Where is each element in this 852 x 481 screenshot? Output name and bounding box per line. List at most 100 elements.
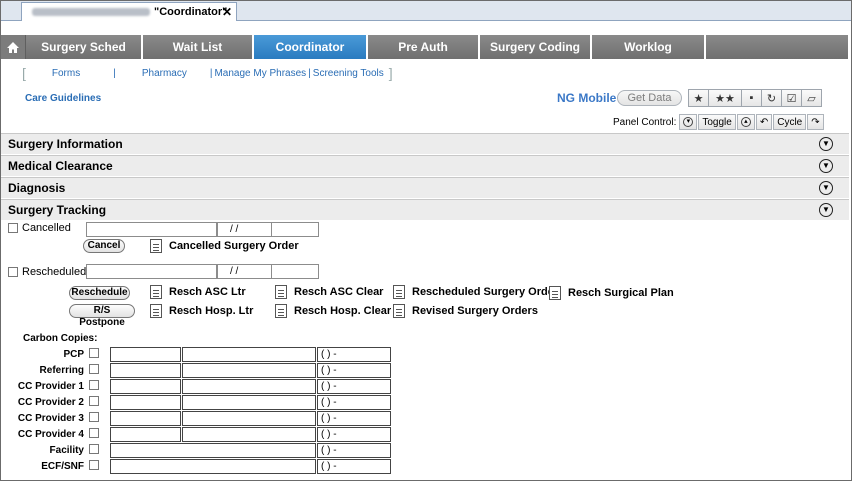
document-icon bbox=[393, 285, 405, 299]
carbon-copy-label: PCP bbox=[63, 349, 84, 360]
carbon-copy-name-input[interactable] bbox=[182, 427, 316, 442]
main-nav: Surgery Sched Wait List Coordinator Pre … bbox=[1, 35, 848, 59]
expand-icon[interactable]: ▼ bbox=[819, 137, 833, 151]
undo-button[interactable]: ↶ bbox=[755, 114, 773, 130]
panel-diagnosis[interactable]: Diagnosis ▼ bbox=[1, 177, 849, 198]
carbon-copy-id-input[interactable] bbox=[110, 347, 181, 362]
carbon-copy-id-input[interactable] bbox=[110, 363, 181, 378]
resch-hosp-ltr-link[interactable]: Resch Hosp. Ltr bbox=[150, 304, 253, 318]
tab-surgery-sched[interactable]: Surgery Sched bbox=[26, 35, 143, 59]
carbon-copy-label: CC Provider 4 bbox=[17, 429, 84, 440]
expand-icon[interactable]: ▼ bbox=[819, 181, 833, 195]
carbon-copy-phone-input[interactable]: ( ) - bbox=[317, 363, 391, 378]
carbon-copy-phone-input[interactable]: ( ) - bbox=[317, 427, 391, 442]
document-icon bbox=[393, 304, 405, 318]
carbon-copy-label: CC Provider 2 bbox=[17, 397, 84, 408]
get-data-button[interactable]: Get Data bbox=[617, 90, 682, 106]
cancelled-checkbox[interactable] bbox=[8, 223, 18, 233]
tab-pre-auth[interactable]: Pre Auth bbox=[368, 35, 480, 59]
revised-surgery-orders-link[interactable]: Revised Surgery Orders bbox=[393, 304, 538, 318]
rescheduled-checkbox[interactable] bbox=[8, 267, 18, 277]
resch-hosp-clear-link[interactable]: Resch Hosp. Clear bbox=[275, 304, 391, 318]
bracket-right: ] bbox=[388, 65, 393, 81]
rescheduled-extra-input[interactable] bbox=[271, 264, 319, 279]
carbon-copy-checkbox[interactable] bbox=[89, 444, 99, 454]
eraser-icon[interactable]: ▱ bbox=[801, 89, 822, 107]
reschedule-button[interactable]: Reschedule bbox=[69, 286, 130, 300]
resch-asc-clear-link[interactable]: Resch ASC Clear bbox=[275, 285, 383, 299]
close-tab-icon[interactable]: ✕ bbox=[222, 5, 232, 19]
panel-medical-clearance[interactable]: Medical Clearance ▼ bbox=[1, 155, 849, 176]
document-tab[interactable]: "Coordinator" ✕ bbox=[21, 2, 237, 21]
rescheduled-reason-input[interactable] bbox=[86, 264, 217, 279]
cancelled-reason-input[interactable] bbox=[86, 222, 217, 237]
carbon-copy-phone-input[interactable]: ( ) - bbox=[317, 347, 391, 362]
tab-worklog[interactable]: Worklog bbox=[592, 35, 706, 59]
carbon-copy-name-input[interactable] bbox=[182, 363, 316, 378]
chevron-up-icon: ▴ bbox=[740, 117, 751, 127]
carbon-copy-checkbox[interactable] bbox=[89, 380, 99, 390]
carbon-copy-name-input[interactable] bbox=[182, 379, 316, 394]
home-button[interactable] bbox=[1, 35, 26, 59]
rescheduled-surgery-order-link[interactable]: Rescheduled Surgery Order bbox=[393, 285, 558, 299]
panel-title: Surgery Information bbox=[8, 137, 123, 151]
tab-coordinator[interactable]: Coordinator bbox=[254, 35, 368, 59]
carbon-copy-name-input[interactable] bbox=[182, 395, 316, 410]
carbon-copy-name-input[interactable] bbox=[182, 347, 316, 362]
clipboard-icon[interactable]: ☑ bbox=[781, 89, 802, 107]
carbon-copy-checkbox[interactable] bbox=[89, 348, 99, 358]
care-guidelines-link[interactable]: Care Guidelines bbox=[25, 93, 101, 104]
expand-icon[interactable]: ▼ bbox=[819, 159, 833, 173]
carbon-copy-name-input[interactable] bbox=[110, 459, 316, 474]
toggle-button[interactable]: Toggle bbox=[698, 114, 736, 130]
tab-surgery-coding[interactable]: Surgery Coding bbox=[480, 35, 592, 59]
carbon-copy-id-input[interactable] bbox=[110, 395, 181, 410]
expand-all-button[interactable]: ▾ bbox=[679, 114, 698, 130]
panel-surgery-tracking[interactable]: Surgery Tracking ▼ bbox=[1, 199, 849, 220]
carbon-copy-checkbox[interactable] bbox=[89, 428, 99, 438]
rescheduled-date-input[interactable]: / / bbox=[217, 264, 272, 279]
carbon-copy-id-input[interactable] bbox=[110, 427, 181, 442]
carbon-copy-phone-input[interactable]: ( ) - bbox=[317, 379, 391, 394]
cancelled-surgery-order-link[interactable]: Cancelled Surgery Order bbox=[150, 239, 299, 253]
carbon-copy-phone-input[interactable]: ( ) - bbox=[317, 411, 391, 426]
carbon-copy-name-input[interactable] bbox=[182, 411, 316, 426]
carbon-copy-phone-input[interactable]: ( ) - bbox=[317, 443, 391, 458]
link-manage-my-phrases[interactable]: Manage My Phrases bbox=[214, 68, 306, 79]
refresh-icon[interactable]: ↻ bbox=[761, 89, 782, 107]
panel-title: Diagnosis bbox=[8, 181, 66, 195]
expand-icon[interactable]: ▼ bbox=[819, 203, 833, 217]
cycle-button[interactable]: Cycle bbox=[773, 114, 807, 130]
link-pharmacy[interactable]: Pharmacy bbox=[142, 68, 187, 79]
carbon-copy-phone-input[interactable]: ( ) - bbox=[317, 459, 391, 474]
cancelled-extra-input[interactable] bbox=[271, 222, 319, 237]
tab-wait-list[interactable]: Wait List bbox=[143, 35, 254, 59]
carbon-copy-id-input[interactable] bbox=[110, 411, 181, 426]
panel-surgery-information[interactable]: Surgery Information ▼ bbox=[1, 133, 849, 154]
save-icon[interactable]: ▪ bbox=[741, 89, 762, 107]
cancelled-date-input[interactable]: / / bbox=[217, 222, 272, 237]
carbon-copy-label: CC Provider 3 bbox=[17, 413, 84, 424]
carbon-copy-checkbox[interactable] bbox=[89, 364, 99, 374]
redo-button[interactable]: ↷ bbox=[807, 114, 824, 130]
carbon-copy-label: Facility bbox=[49, 445, 84, 456]
star-icon[interactable]: ★ bbox=[688, 89, 709, 107]
carbon-copy-id-input[interactable] bbox=[110, 379, 181, 394]
link-forms[interactable]: Forms bbox=[52, 68, 80, 79]
carbon-copy-phone-input[interactable]: ( ) - bbox=[317, 395, 391, 410]
resch-asc-ltr-link[interactable]: Resch ASC Ltr bbox=[150, 285, 246, 299]
cancel-button[interactable]: Cancel bbox=[83, 239, 125, 253]
document-tab-strip: "Coordinator" ✕ bbox=[1, 1, 851, 21]
redo-icon: ↷ bbox=[811, 116, 820, 128]
carbon-copy-checkbox[interactable] bbox=[89, 460, 99, 470]
carbon-copy-name-input[interactable] bbox=[110, 443, 316, 458]
rs-postpone-button[interactable]: R/S Postpone bbox=[69, 304, 135, 328]
carbon-copy-checkbox[interactable] bbox=[89, 412, 99, 422]
carbon-copy-row: CC Provider 1 ( ) - bbox=[0, 379, 400, 395]
carbon-copy-checkbox[interactable] bbox=[89, 396, 99, 406]
link-screening-tools[interactable]: Screening Tools bbox=[313, 68, 384, 79]
double-star-icon[interactable]: ★★ bbox=[708, 89, 742, 107]
collapse-all-button[interactable]: ▴ bbox=[736, 114, 755, 130]
resch-surgical-plan-link[interactable]: Resch Surgical Plan bbox=[549, 286, 674, 300]
carbon-copies-title: Carbon Copies: bbox=[23, 333, 98, 344]
